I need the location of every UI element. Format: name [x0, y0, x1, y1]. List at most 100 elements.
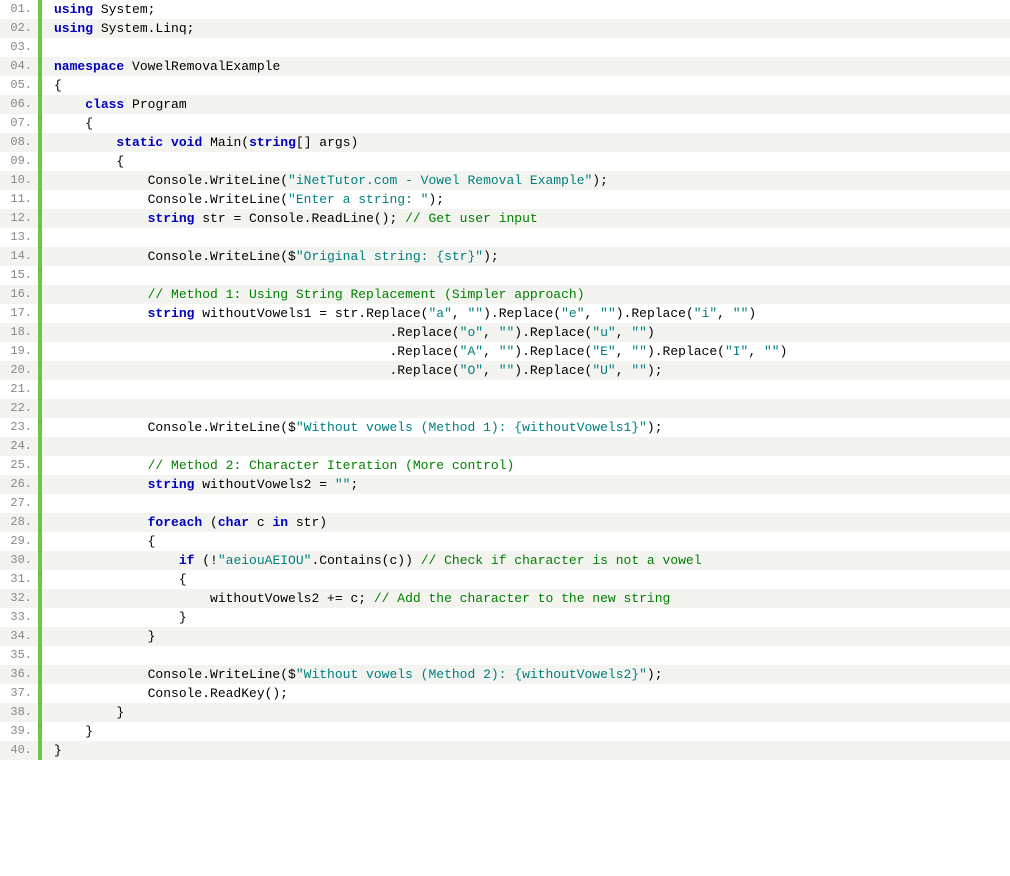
line-number: 03. — [0, 38, 38, 57]
token-txt: Console.WriteLine($ — [54, 420, 296, 435]
token-txt: ).Replace( — [514, 344, 592, 359]
line-number: 33. — [0, 608, 38, 627]
token-txt: { — [54, 572, 187, 587]
line-number: 16. — [0, 285, 38, 304]
code-line: 15. — [0, 266, 1010, 285]
token-kw: char — [218, 515, 249, 530]
code-line: 05. { — [0, 76, 1010, 95]
line-number: 19. — [0, 342, 38, 361]
line-content: } — [42, 608, 187, 627]
line-content: } — [42, 703, 124, 722]
token-txt: Main( — [202, 135, 249, 150]
token-txt: ); — [428, 192, 444, 207]
line-number: 05. — [0, 76, 38, 95]
code-line: 32. withoutVowels2 += c; // Add the char… — [0, 589, 1010, 608]
code-line: 20. .Replace("O", "").Replace("U", ""); — [0, 361, 1010, 380]
token-str: "" — [764, 344, 780, 359]
token-txt: , — [748, 344, 764, 359]
token-str: "" — [600, 306, 616, 321]
token-txt: ); — [647, 667, 663, 682]
line-content: static void Main(string[] args) — [42, 133, 358, 152]
line-number: 15. — [0, 266, 38, 285]
code-line: 12. string str = Console.ReadLine(); // … — [0, 209, 1010, 228]
code-line: 25. // Method 2: Character Iteration (Mo… — [0, 456, 1010, 475]
line-content: namespace VowelRemovalExample — [42, 57, 280, 76]
token-txt — [54, 553, 179, 568]
line-content: { — [42, 152, 124, 171]
line-content: { — [42, 114, 93, 133]
code-line: 13. — [0, 228, 1010, 247]
code-line: 03. — [0, 38, 1010, 57]
token-txt — [54, 97, 85, 112]
token-cmt: // Method 2: Character Iteration (More c… — [148, 458, 515, 473]
token-txt: Program — [124, 97, 186, 112]
line-number: 01. — [0, 0, 38, 19]
code-line: 10. Console.WriteLine("iNetTutor.com - V… — [0, 171, 1010, 190]
token-txt: { — [54, 78, 62, 93]
line-content: class Program — [42, 95, 187, 114]
token-txt — [54, 306, 148, 321]
token-txt: Console.ReadKey(); — [54, 686, 288, 701]
token-txt: .Replace( — [54, 325, 460, 340]
line-content: // Method 1: Using String Replacement (S… — [42, 285, 585, 304]
change-marker — [38, 380, 42, 399]
line-number: 37. — [0, 684, 38, 703]
token-kw: class — [85, 97, 124, 112]
line-number: 29. — [0, 532, 38, 551]
token-txt: ).Replace( — [616, 306, 694, 321]
code-line: 02.using System.Linq; — [0, 19, 1010, 38]
change-marker — [38, 494, 42, 513]
token-txt: , — [616, 344, 632, 359]
token-txt: .Replace( — [54, 344, 460, 359]
line-number: 09. — [0, 152, 38, 171]
token-txt: } — [54, 629, 155, 644]
token-txt: ( — [202, 515, 218, 530]
token-str: "" — [631, 344, 647, 359]
token-cmt: // Method 1: Using String Replacement (S… — [148, 287, 585, 302]
line-content: foreach (char c in str) — [42, 513, 327, 532]
token-str: "" — [499, 344, 515, 359]
token-kw: string — [148, 211, 195, 226]
token-txt: ); — [592, 173, 608, 188]
token-kw: in — [272, 515, 288, 530]
token-str: "u" — [592, 325, 615, 340]
token-kw: string — [148, 477, 195, 492]
line-content: Console.ReadKey(); — [42, 684, 288, 703]
token-txt: withoutVowels1 = str.Replace( — [194, 306, 428, 321]
token-str: "" — [733, 306, 749, 321]
token-str: "o" — [460, 325, 483, 340]
code-line: 33. } — [0, 608, 1010, 627]
token-txt: } — [54, 743, 62, 758]
token-txt: ).Replace( — [514, 363, 592, 378]
line-content: .Replace("O", "").Replace("U", ""); — [42, 361, 663, 380]
token-txt — [163, 135, 171, 150]
token-str: "I" — [725, 344, 748, 359]
token-str: "e" — [561, 306, 584, 321]
line-content: string str = Console.ReadLine(); // Get … — [42, 209, 538, 228]
code-line: 23. Console.WriteLine($"Without vowels (… — [0, 418, 1010, 437]
line-number: 28. — [0, 513, 38, 532]
token-str: "" — [468, 306, 484, 321]
code-line: 30. if (!"aeiouAEIOU".Contains(c)) // Ch… — [0, 551, 1010, 570]
token-kw: static — [116, 135, 163, 150]
token-cmt: // Check if character is not a vowel — [421, 553, 702, 568]
token-txt: ); — [647, 420, 663, 435]
code-line: 38. } — [0, 703, 1010, 722]
line-number: 35. — [0, 646, 38, 665]
change-marker — [38, 228, 42, 247]
token-txt — [54, 287, 148, 302]
token-str: "Original string: {str}" — [296, 249, 483, 264]
line-number: 40. — [0, 741, 38, 760]
line-number: 12. — [0, 209, 38, 228]
token-kw: string — [249, 135, 296, 150]
code-line: 17. string withoutVowels1 = str.Replace(… — [0, 304, 1010, 323]
change-marker — [38, 646, 42, 665]
line-number: 07. — [0, 114, 38, 133]
code-block: 01.using System;02.using System.Linq;03.… — [0, 0, 1010, 760]
line-content: string withoutVowels1 = str.Replace("a",… — [42, 304, 756, 323]
token-str: "" — [499, 325, 515, 340]
code-line: 14. Console.WriteLine($"Original string:… — [0, 247, 1010, 266]
code-line: 37. Console.ReadKey(); — [0, 684, 1010, 703]
change-marker — [38, 437, 42, 456]
code-line: 19. .Replace("A", "").Replace("E", "").R… — [0, 342, 1010, 361]
